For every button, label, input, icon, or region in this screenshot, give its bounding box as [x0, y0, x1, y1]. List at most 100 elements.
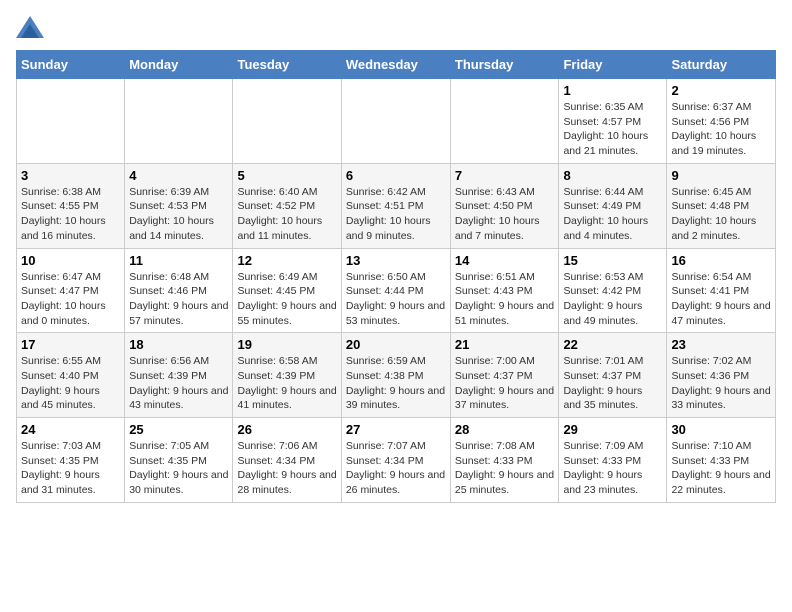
day-info: Sunrise: 7:09 AMSunset: 4:33 PMDaylight:…: [563, 439, 662, 498]
day-number: 5: [237, 168, 336, 183]
day-number: 28: [455, 422, 555, 437]
day-number: 26: [237, 422, 336, 437]
day-info: Sunrise: 6:39 AMSunset: 4:53 PMDaylight:…: [129, 185, 228, 244]
day-number: 2: [671, 83, 771, 98]
day-cell: 16 Sunrise: 6:54 AMSunset: 4:41 PMDaylig…: [667, 248, 776, 333]
calendar-body: 1 Sunrise: 6:35 AMSunset: 4:57 PMDayligh…: [17, 79, 776, 503]
day-info: Sunrise: 6:37 AMSunset: 4:56 PMDaylight:…: [671, 100, 771, 159]
day-number: 11: [129, 253, 228, 268]
day-number: 6: [346, 168, 446, 183]
day-cell: 15 Sunrise: 6:53 AMSunset: 4:42 PMDaylig…: [559, 248, 667, 333]
day-cell: 21 Sunrise: 7:00 AMSunset: 4:37 PMDaylig…: [450, 333, 559, 418]
day-info: Sunrise: 7:05 AMSunset: 4:35 PMDaylight:…: [129, 439, 228, 498]
day-info: Sunrise: 7:00 AMSunset: 4:37 PMDaylight:…: [455, 354, 555, 413]
week-row-5: 24 Sunrise: 7:03 AMSunset: 4:35 PMDaylig…: [17, 418, 776, 503]
day-cell: 13 Sunrise: 6:50 AMSunset: 4:44 PMDaylig…: [341, 248, 450, 333]
day-number: 24: [21, 422, 120, 437]
day-number: 27: [346, 422, 446, 437]
day-info: Sunrise: 6:58 AMSunset: 4:39 PMDaylight:…: [237, 354, 336, 413]
day-cell: [450, 79, 559, 164]
header: [16, 16, 776, 38]
header-cell-saturday: Saturday: [667, 51, 776, 79]
day-number: 22: [563, 337, 662, 352]
day-number: 21: [455, 337, 555, 352]
day-number: 17: [21, 337, 120, 352]
day-number: 23: [671, 337, 771, 352]
day-info: Sunrise: 6:47 AMSunset: 4:47 PMDaylight:…: [21, 270, 120, 329]
day-number: 10: [21, 253, 120, 268]
day-cell: [341, 79, 450, 164]
day-number: 19: [237, 337, 336, 352]
day-cell: [125, 79, 233, 164]
day-cell: 23 Sunrise: 7:02 AMSunset: 4:36 PMDaylig…: [667, 333, 776, 418]
day-cell: 30 Sunrise: 7:10 AMSunset: 4:33 PMDaylig…: [667, 418, 776, 503]
day-cell: 1 Sunrise: 6:35 AMSunset: 4:57 PMDayligh…: [559, 79, 667, 164]
day-info: Sunrise: 6:42 AMSunset: 4:51 PMDaylight:…: [346, 185, 446, 244]
logo: [16, 16, 48, 38]
day-number: 12: [237, 253, 336, 268]
week-row-4: 17 Sunrise: 6:55 AMSunset: 4:40 PMDaylig…: [17, 333, 776, 418]
day-info: Sunrise: 6:48 AMSunset: 4:46 PMDaylight:…: [129, 270, 228, 329]
day-info: Sunrise: 6:55 AMSunset: 4:40 PMDaylight:…: [21, 354, 120, 413]
day-cell: 29 Sunrise: 7:09 AMSunset: 4:33 PMDaylig…: [559, 418, 667, 503]
header-cell-friday: Friday: [559, 51, 667, 79]
day-cell: 25 Sunrise: 7:05 AMSunset: 4:35 PMDaylig…: [125, 418, 233, 503]
logo-icon: [16, 16, 44, 38]
day-cell: 14 Sunrise: 6:51 AMSunset: 4:43 PMDaylig…: [450, 248, 559, 333]
day-info: Sunrise: 7:08 AMSunset: 4:33 PMDaylight:…: [455, 439, 555, 498]
day-info: Sunrise: 6:40 AMSunset: 4:52 PMDaylight:…: [237, 185, 336, 244]
day-info: Sunrise: 7:02 AMSunset: 4:36 PMDaylight:…: [671, 354, 771, 413]
day-number: 3: [21, 168, 120, 183]
day-cell: 12 Sunrise: 6:49 AMSunset: 4:45 PMDaylig…: [233, 248, 341, 333]
day-info: Sunrise: 6:53 AMSunset: 4:42 PMDaylight:…: [563, 270, 662, 329]
day-number: 7: [455, 168, 555, 183]
day-number: 18: [129, 337, 228, 352]
day-info: Sunrise: 6:54 AMSunset: 4:41 PMDaylight:…: [671, 270, 771, 329]
day-info: Sunrise: 6:45 AMSunset: 4:48 PMDaylight:…: [671, 185, 771, 244]
day-cell: 22 Sunrise: 7:01 AMSunset: 4:37 PMDaylig…: [559, 333, 667, 418]
header-cell-sunday: Sunday: [17, 51, 125, 79]
day-number: 16: [671, 253, 771, 268]
day-number: 1: [563, 83, 662, 98]
day-cell: 4 Sunrise: 6:39 AMSunset: 4:53 PMDayligh…: [125, 163, 233, 248]
day-number: 20: [346, 337, 446, 352]
day-number: 30: [671, 422, 771, 437]
day-cell: 19 Sunrise: 6:58 AMSunset: 4:39 PMDaylig…: [233, 333, 341, 418]
day-number: 29: [563, 422, 662, 437]
day-cell: 28 Sunrise: 7:08 AMSunset: 4:33 PMDaylig…: [450, 418, 559, 503]
day-cell: 6 Sunrise: 6:42 AMSunset: 4:51 PMDayligh…: [341, 163, 450, 248]
day-cell: 18 Sunrise: 6:56 AMSunset: 4:39 PMDaylig…: [125, 333, 233, 418]
day-cell: 2 Sunrise: 6:37 AMSunset: 4:56 PMDayligh…: [667, 79, 776, 164]
header-row: SundayMondayTuesdayWednesdayThursdayFrid…: [17, 51, 776, 79]
day-cell: 3 Sunrise: 6:38 AMSunset: 4:55 PMDayligh…: [17, 163, 125, 248]
day-cell: [233, 79, 341, 164]
week-row-1: 1 Sunrise: 6:35 AMSunset: 4:57 PMDayligh…: [17, 79, 776, 164]
day-cell: 20 Sunrise: 6:59 AMSunset: 4:38 PMDaylig…: [341, 333, 450, 418]
week-row-2: 3 Sunrise: 6:38 AMSunset: 4:55 PMDayligh…: [17, 163, 776, 248]
day-info: Sunrise: 7:01 AMSunset: 4:37 PMDaylight:…: [563, 354, 662, 413]
day-cell: 26 Sunrise: 7:06 AMSunset: 4:34 PMDaylig…: [233, 418, 341, 503]
day-info: Sunrise: 7:06 AMSunset: 4:34 PMDaylight:…: [237, 439, 336, 498]
day-info: Sunrise: 6:44 AMSunset: 4:49 PMDaylight:…: [563, 185, 662, 244]
day-info: Sunrise: 6:43 AMSunset: 4:50 PMDaylight:…: [455, 185, 555, 244]
calendar-header: SundayMondayTuesdayWednesdayThursdayFrid…: [17, 51, 776, 79]
day-info: Sunrise: 6:38 AMSunset: 4:55 PMDaylight:…: [21, 185, 120, 244]
header-cell-tuesday: Tuesday: [233, 51, 341, 79]
day-number: 9: [671, 168, 771, 183]
calendar-table: SundayMondayTuesdayWednesdayThursdayFrid…: [16, 50, 776, 503]
week-row-3: 10 Sunrise: 6:47 AMSunset: 4:47 PMDaylig…: [17, 248, 776, 333]
day-number: 13: [346, 253, 446, 268]
day-info: Sunrise: 6:35 AMSunset: 4:57 PMDaylight:…: [563, 100, 662, 159]
day-cell: 5 Sunrise: 6:40 AMSunset: 4:52 PMDayligh…: [233, 163, 341, 248]
header-cell-thursday: Thursday: [450, 51, 559, 79]
day-number: 15: [563, 253, 662, 268]
day-number: 25: [129, 422, 228, 437]
day-cell: 7 Sunrise: 6:43 AMSunset: 4:50 PMDayligh…: [450, 163, 559, 248]
day-info: Sunrise: 7:10 AMSunset: 4:33 PMDaylight:…: [671, 439, 771, 498]
day-number: 8: [563, 168, 662, 183]
day-cell: 11 Sunrise: 6:48 AMSunset: 4:46 PMDaylig…: [125, 248, 233, 333]
day-cell: 9 Sunrise: 6:45 AMSunset: 4:48 PMDayligh…: [667, 163, 776, 248]
day-number: 14: [455, 253, 555, 268]
header-cell-wednesday: Wednesday: [341, 51, 450, 79]
day-info: Sunrise: 7:07 AMSunset: 4:34 PMDaylight:…: [346, 439, 446, 498]
